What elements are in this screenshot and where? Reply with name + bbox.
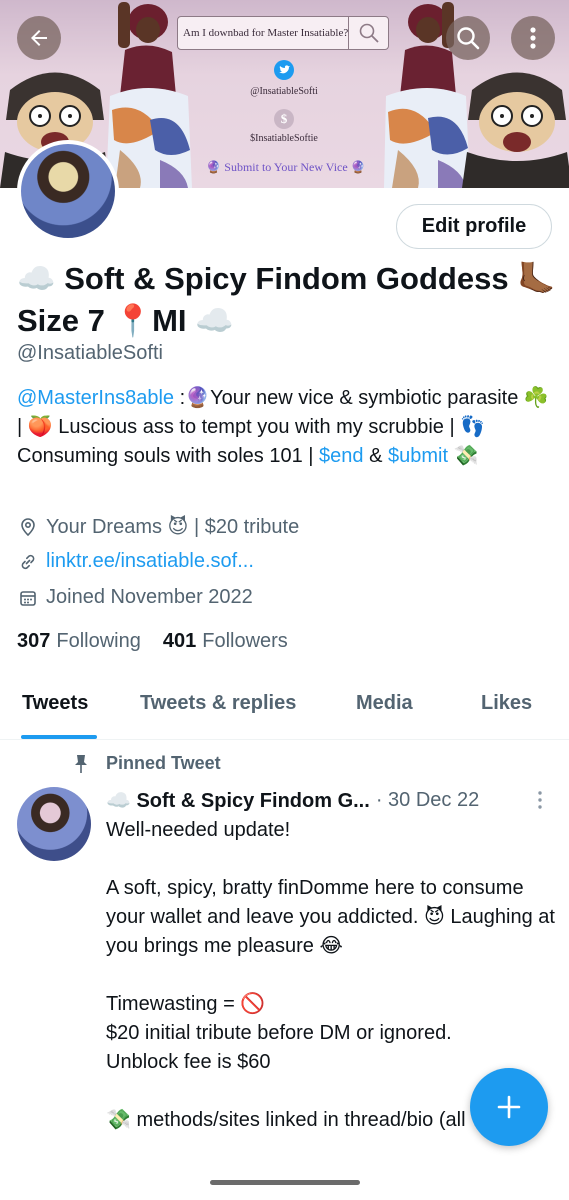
banner-search-box: Am I downbad for Master Insatiable? bbox=[177, 16, 389, 50]
following-count: 307 bbox=[17, 630, 51, 652]
back-button[interactable] bbox=[17, 16, 61, 60]
calendar-icon bbox=[17, 587, 39, 609]
link-icon bbox=[17, 551, 39, 573]
twitter-bird-icon bbox=[274, 60, 294, 80]
tweet-line: A soft, spicy, bratty finDomme here to c… bbox=[106, 877, 555, 957]
location-text: Your Dreams 😈 | $20 tribute bbox=[46, 516, 300, 538]
tweet-more-icon[interactable] bbox=[532, 788, 548, 812]
bio-cashtag-end[interactable]: $end bbox=[319, 445, 364, 467]
profile-website[interactable]: linktr.ee/insatiable.sof... bbox=[17, 550, 254, 573]
profile-bio: @MasterIns8able :🔮Your new vice & symbio… bbox=[17, 384, 557, 471]
location-pin-icon bbox=[17, 516, 39, 538]
banner-cashapp-handle: $InsatiableSoftie bbox=[250, 133, 318, 144]
tweet-line bbox=[106, 845, 561, 874]
tweet-line bbox=[106, 961, 561, 990]
banner-cartoon-right-image bbox=[462, 72, 569, 188]
banner-twitter-handle: @InsatiableSofti bbox=[250, 86, 318, 97]
website-link[interactable]: linktr.ee/insatiable.sof... bbox=[46, 550, 254, 573]
tweet-author-avatar[interactable] bbox=[17, 787, 91, 861]
more-options-button[interactable] bbox=[511, 16, 555, 60]
tab-media[interactable]: Media bbox=[356, 692, 413, 715]
bio-text-3: 💸 bbox=[448, 445, 479, 467]
profile-avatar[interactable] bbox=[17, 140, 119, 242]
tweet-header: ☁️ Soft & Spicy Findom G... · 30 Dec 22 bbox=[106, 788, 479, 813]
compose-tweet-button[interactable] bbox=[470, 1068, 548, 1146]
tweet-line: Timewasting = 🚫 bbox=[106, 993, 266, 1015]
pin-icon bbox=[75, 755, 87, 773]
banner-handles: @InsatiableSofti $ $InsatiableSoftie bbox=[196, 60, 372, 144]
bio-mention-link[interactable]: @MasterIns8able bbox=[17, 387, 174, 409]
plus-icon bbox=[497, 1095, 521, 1119]
tweet-author-name[interactable]: ☁️ Soft & Spicy Findom G... bbox=[106, 788, 370, 813]
followers-link[interactable]: 401 Followers bbox=[163, 630, 288, 653]
bio-cashtag-submit[interactable]: $ubmit bbox=[388, 445, 448, 467]
following-link[interactable]: 307 Following bbox=[17, 630, 141, 653]
banner-search-text: Am I downbad for Master Insatiable? bbox=[183, 27, 349, 39]
cashapp-dollar-icon: $ bbox=[274, 109, 294, 129]
follow-stats: 307 Following 401 Followers bbox=[17, 630, 288, 653]
tab-tweets[interactable]: Tweets bbox=[22, 692, 88, 715]
more-vertical-icon bbox=[530, 27, 536, 49]
tweet-date[interactable]: · 30 Dec 22 bbox=[376, 789, 479, 812]
profile-display-name: ☁️ Soft & Spicy Findom Goddess 🦶🏾 Size 7… bbox=[17, 261, 556, 338]
search-icon bbox=[457, 27, 480, 50]
profile-joined: Joined November 2022 bbox=[17, 586, 253, 609]
bio-text-2: & bbox=[363, 445, 388, 467]
pinned-tweet-label: Pinned Tweet bbox=[106, 753, 221, 773]
profile-handle: @InsatiableSofti bbox=[17, 342, 163, 364]
edit-profile-button[interactable]: Edit profile bbox=[396, 204, 552, 249]
banner-magnifier-icon bbox=[348, 17, 388, 49]
arrow-left-icon bbox=[31, 30, 47, 46]
following-label: Following bbox=[56, 630, 141, 652]
joined-text: Joined November 2022 bbox=[46, 586, 253, 608]
search-button[interactable] bbox=[446, 16, 490, 60]
followers-label: Followers bbox=[202, 630, 288, 652]
active-tab-indicator bbox=[21, 735, 97, 739]
tweet-line: $20 initial tribute before DM or ignored… bbox=[106, 1022, 452, 1044]
profile-location: Your Dreams 😈 | $20 tribute bbox=[17, 514, 299, 539]
followers-count: 401 bbox=[162, 630, 197, 652]
profile-tabs: Tweets Tweets & replies Media Likes bbox=[0, 672, 569, 740]
banner-cta-text: 🔮 Submit to Your New Vice 🔮 bbox=[206, 160, 366, 174]
home-indicator[interactable] bbox=[210, 1180, 360, 1185]
tweet-line: Well-needed update! bbox=[106, 819, 291, 841]
tab-tweets-and-replies[interactable]: Tweets & replies bbox=[140, 692, 296, 715]
tab-likes[interactable]: Likes bbox=[481, 692, 532, 715]
